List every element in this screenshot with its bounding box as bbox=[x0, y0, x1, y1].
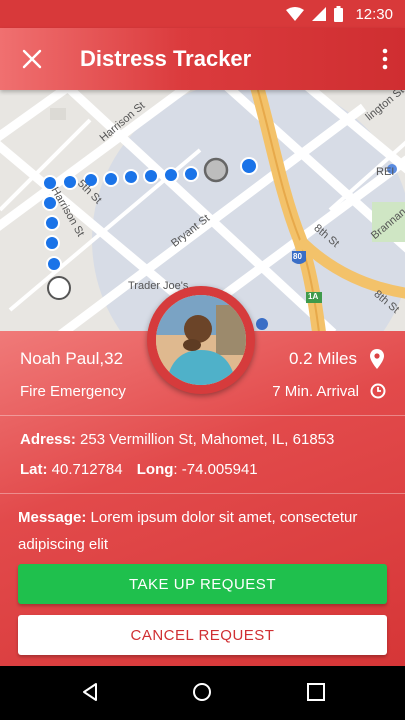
long-value: : -74.005941 bbox=[173, 461, 258, 478]
message-block: Message: Lorem ipsum dolor sit amet, con… bbox=[18, 504, 357, 558]
message-line-1: Lorem ipsum dolor sit amet, consectetur bbox=[90, 509, 358, 526]
coordinates-line: Lat: 40.712784 Long: -74.005941 bbox=[20, 461, 258, 478]
signal-icon bbox=[312, 7, 326, 21]
avatar[interactable] bbox=[156, 295, 246, 385]
wifi-icon bbox=[286, 7, 304, 21]
close-icon[interactable] bbox=[20, 47, 44, 71]
address-value: 253 Vermillion St, Mahomet, IL, 61853 bbox=[80, 431, 335, 448]
take-up-request-button[interactable]: TAKE UP REQUEST bbox=[18, 564, 387, 604]
emergency-type: Fire Emergency bbox=[20, 383, 126, 400]
clock-icon bbox=[370, 383, 386, 399]
map-label-hwy-1a: 1A bbox=[308, 292, 319, 301]
page-title: Distress Tracker bbox=[80, 46, 252, 71]
map-label-hwy-80: 80 bbox=[293, 252, 302, 261]
message-line-2: adipiscing elit bbox=[18, 536, 109, 553]
more-options-icon[interactable] bbox=[381, 48, 389, 70]
status-time: 12:30 bbox=[355, 6, 393, 23]
person-photo bbox=[156, 295, 246, 385]
map-label-rei: REI bbox=[376, 166, 395, 178]
person-name-age: Noah Paul,32 bbox=[20, 349, 124, 368]
status-icons bbox=[286, 6, 343, 22]
lat-value: 40.712784 bbox=[51, 461, 123, 478]
cancel-request-button[interactable]: CANCEL REQUEST bbox=[18, 615, 387, 655]
profile-avatar-frame bbox=[147, 286, 255, 394]
divider bbox=[0, 493, 405, 494]
lat-label: Lat: bbox=[20, 461, 48, 478]
long-label: Long bbox=[136, 461, 174, 478]
app-bar: Distress Tracker bbox=[0, 28, 405, 90]
message-label: Message: bbox=[18, 509, 87, 526]
address-line: Adress: 253 Vermillion St, Mahomet, IL, … bbox=[20, 431, 334, 448]
back-icon[interactable] bbox=[80, 682, 100, 702]
distance-value: 0.2 Miles bbox=[288, 349, 357, 368]
status-bar: 12:30 bbox=[0, 0, 405, 28]
location-pin-icon bbox=[370, 349, 384, 369]
address-label: Adress: bbox=[20, 431, 76, 448]
home-icon[interactable] bbox=[192, 682, 212, 702]
arrival-time: 7 Min. Arrival bbox=[272, 383, 359, 400]
system-navigation-bar bbox=[0, 666, 405, 720]
divider bbox=[0, 415, 405, 416]
recents-icon[interactable] bbox=[306, 682, 326, 702]
battery-icon bbox=[334, 6, 343, 22]
